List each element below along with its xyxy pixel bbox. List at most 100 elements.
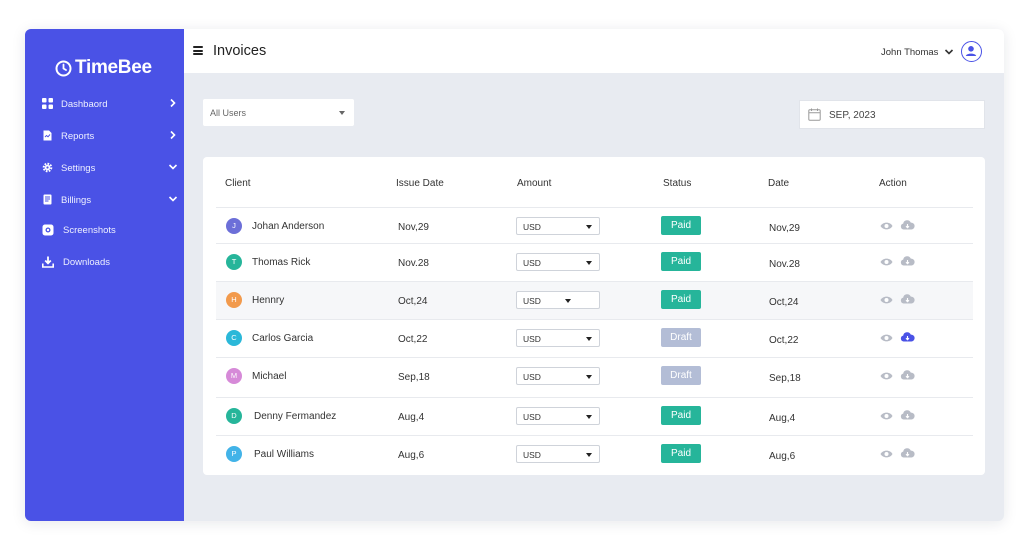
table-row[interactable]: D Denny Fermandez Aug,4 USD Paid Aug,4: [216, 397, 973, 435]
cloud-download-icon[interactable]: [900, 293, 915, 305]
sidebar-item-settings[interactable]: Settings: [25, 156, 184, 180]
cloud-download-icon[interactable]: [900, 255, 915, 267]
top-header: Invoices John Thomas: [184, 29, 1004, 73]
client-avatar: P: [226, 446, 242, 462]
cloud-download-icon[interactable]: [900, 219, 915, 231]
currency-value: USD: [523, 450, 541, 460]
invoices-table: Client Issue Date Amount Status Date Act…: [203, 157, 985, 475]
view-eye-icon[interactable]: [880, 221, 893, 231]
caret-down-icon: [339, 111, 345, 115]
sidebar-item-dashboard[interactable]: Dashbaord: [25, 92, 184, 116]
caret-down-icon: [586, 415, 592, 419]
sidebar-item-billings[interactable]: Billings: [25, 188, 184, 212]
invoice-date: Oct,22: [769, 335, 799, 346]
download-icon: [42, 256, 54, 268]
client-avatar: T: [226, 254, 242, 270]
column-header-amount[interactable]: Amount: [517, 178, 551, 189]
client-name: Denny Fermandez: [254, 411, 337, 422]
chevron-down-icon: [168, 164, 178, 170]
chevron-down-icon[interactable]: [944, 48, 954, 56]
column-header-status[interactable]: Status: [663, 178, 691, 189]
view-eye-icon[interactable]: [880, 371, 893, 381]
caret-down-icon: [586, 453, 592, 457]
status-badge: Paid: [661, 406, 701, 425]
issue-date: Nov,29: [398, 222, 429, 233]
table-row[interactable]: C Carlos Garcia Oct,22 USD Draft Oct,22: [216, 319, 973, 357]
gear-icon: [42, 162, 53, 173]
currency-select[interactable]: USD: [516, 217, 600, 235]
sidebar-item-label: Reports: [61, 131, 95, 142]
view-eye-icon[interactable]: [880, 333, 893, 343]
column-header-issue-date[interactable]: Issue Date: [396, 178, 444, 189]
status-badge: Paid: [661, 444, 701, 463]
caret-down-icon: [586, 225, 592, 229]
issue-date: Aug,6: [398, 450, 425, 461]
billing-document-icon: [43, 194, 52, 205]
table-row[interactable]: T Thomas Rick Nov.28 USD Paid Nov.28: [216, 243, 973, 281]
sidebar-item-label: Billings: [61, 195, 92, 206]
issue-date: Aug,4: [398, 412, 425, 423]
invoice-date: Sep,18: [769, 373, 801, 384]
cloud-download-icon[interactable]: [900, 331, 915, 343]
status-badge: Paid: [661, 252, 701, 271]
currency-value: USD: [523, 372, 541, 382]
sidebar: TimeBee Dashbaord Reports Settings Billi…: [25, 29, 184, 521]
currency-select[interactable]: USD: [516, 329, 600, 347]
client-avatar: H: [226, 292, 242, 308]
column-header-action: Action: [879, 178, 907, 189]
column-header-date[interactable]: Date: [768, 178, 789, 189]
view-eye-icon[interactable]: [880, 295, 893, 305]
table-row[interactable]: H Hennry Oct,24 USD Paid Oct,24: [216, 281, 973, 319]
report-document-icon: [43, 130, 52, 141]
sidebar-item-downloads[interactable]: Downloads: [25, 250, 184, 274]
client-avatar: J: [226, 218, 242, 234]
table-row[interactable]: P Paul Williams Aug,6 USD Paid Aug,6: [216, 435, 973, 473]
currency-value: USD: [523, 412, 541, 422]
sidebar-item-screenshots[interactable]: Screenshots: [25, 218, 184, 242]
screenshot-icon: [42, 224, 54, 236]
user-avatar[interactable]: [961, 41, 982, 62]
column-header-client[interactable]: Client: [225, 178, 251, 189]
currency-select[interactable]: USD: [516, 367, 600, 385]
view-eye-icon[interactable]: [880, 257, 893, 267]
page-title: Invoices: [213, 43, 267, 59]
view-eye-icon[interactable]: [880, 411, 893, 421]
client-avatar: D: [226, 408, 242, 424]
sidebar-item-label: Downloads: [63, 257, 110, 268]
currency-select[interactable]: USD: [516, 291, 600, 309]
status-badge: Draft: [661, 328, 701, 347]
currency-value: USD: [523, 334, 541, 344]
sidebar-item-reports[interactable]: Reports: [25, 124, 184, 148]
calendar-icon: [808, 108, 821, 121]
table-row[interactable]: J Johan Anderson Nov,29 USD Paid Nov,29: [216, 207, 973, 245]
invoice-date: Oct,24: [769, 297, 799, 308]
currency-select[interactable]: USD: [516, 407, 600, 425]
currency-value: USD: [523, 258, 541, 268]
month-date-picker[interactable]: SEP, 2023: [799, 100, 985, 129]
date-picker-value: SEP, 2023: [829, 110, 876, 121]
app-window: TimeBee Dashbaord Reports Settings Billi…: [25, 29, 1004, 521]
app-logo[interactable]: TimeBee: [55, 55, 152, 81]
issue-date: Sep,18: [398, 372, 430, 383]
cloud-download-icon[interactable]: [900, 409, 915, 421]
status-badge: Paid: [661, 216, 701, 235]
caret-down-icon: [586, 261, 592, 265]
client-name: Hennry: [252, 295, 285, 306]
currency-select[interactable]: USD: [516, 445, 600, 463]
issue-date: Oct,24: [398, 296, 428, 307]
client-name: Paul Williams: [254, 449, 315, 460]
cloud-download-icon[interactable]: [900, 369, 915, 381]
invoice-date: Aug,6: [769, 451, 796, 462]
caret-down-icon: [586, 375, 592, 379]
logo-text: TimeBee: [75, 57, 152, 78]
user-filter-select[interactable]: All Users: [203, 99, 354, 126]
cloud-download-icon[interactable]: [900, 447, 915, 459]
currency-select[interactable]: USD: [516, 253, 600, 271]
client-avatar: M: [226, 368, 242, 384]
client-name: Carlos Garcia: [252, 333, 314, 344]
table-row[interactable]: M Michael Sep,18 USD Draft Sep,18: [216, 357, 973, 395]
hamburger-menu-icon[interactable]: [193, 46, 203, 55]
user-name[interactable]: John Thomas: [881, 47, 938, 58]
view-eye-icon[interactable]: [880, 449, 893, 459]
caret-down-icon: [565, 299, 571, 303]
